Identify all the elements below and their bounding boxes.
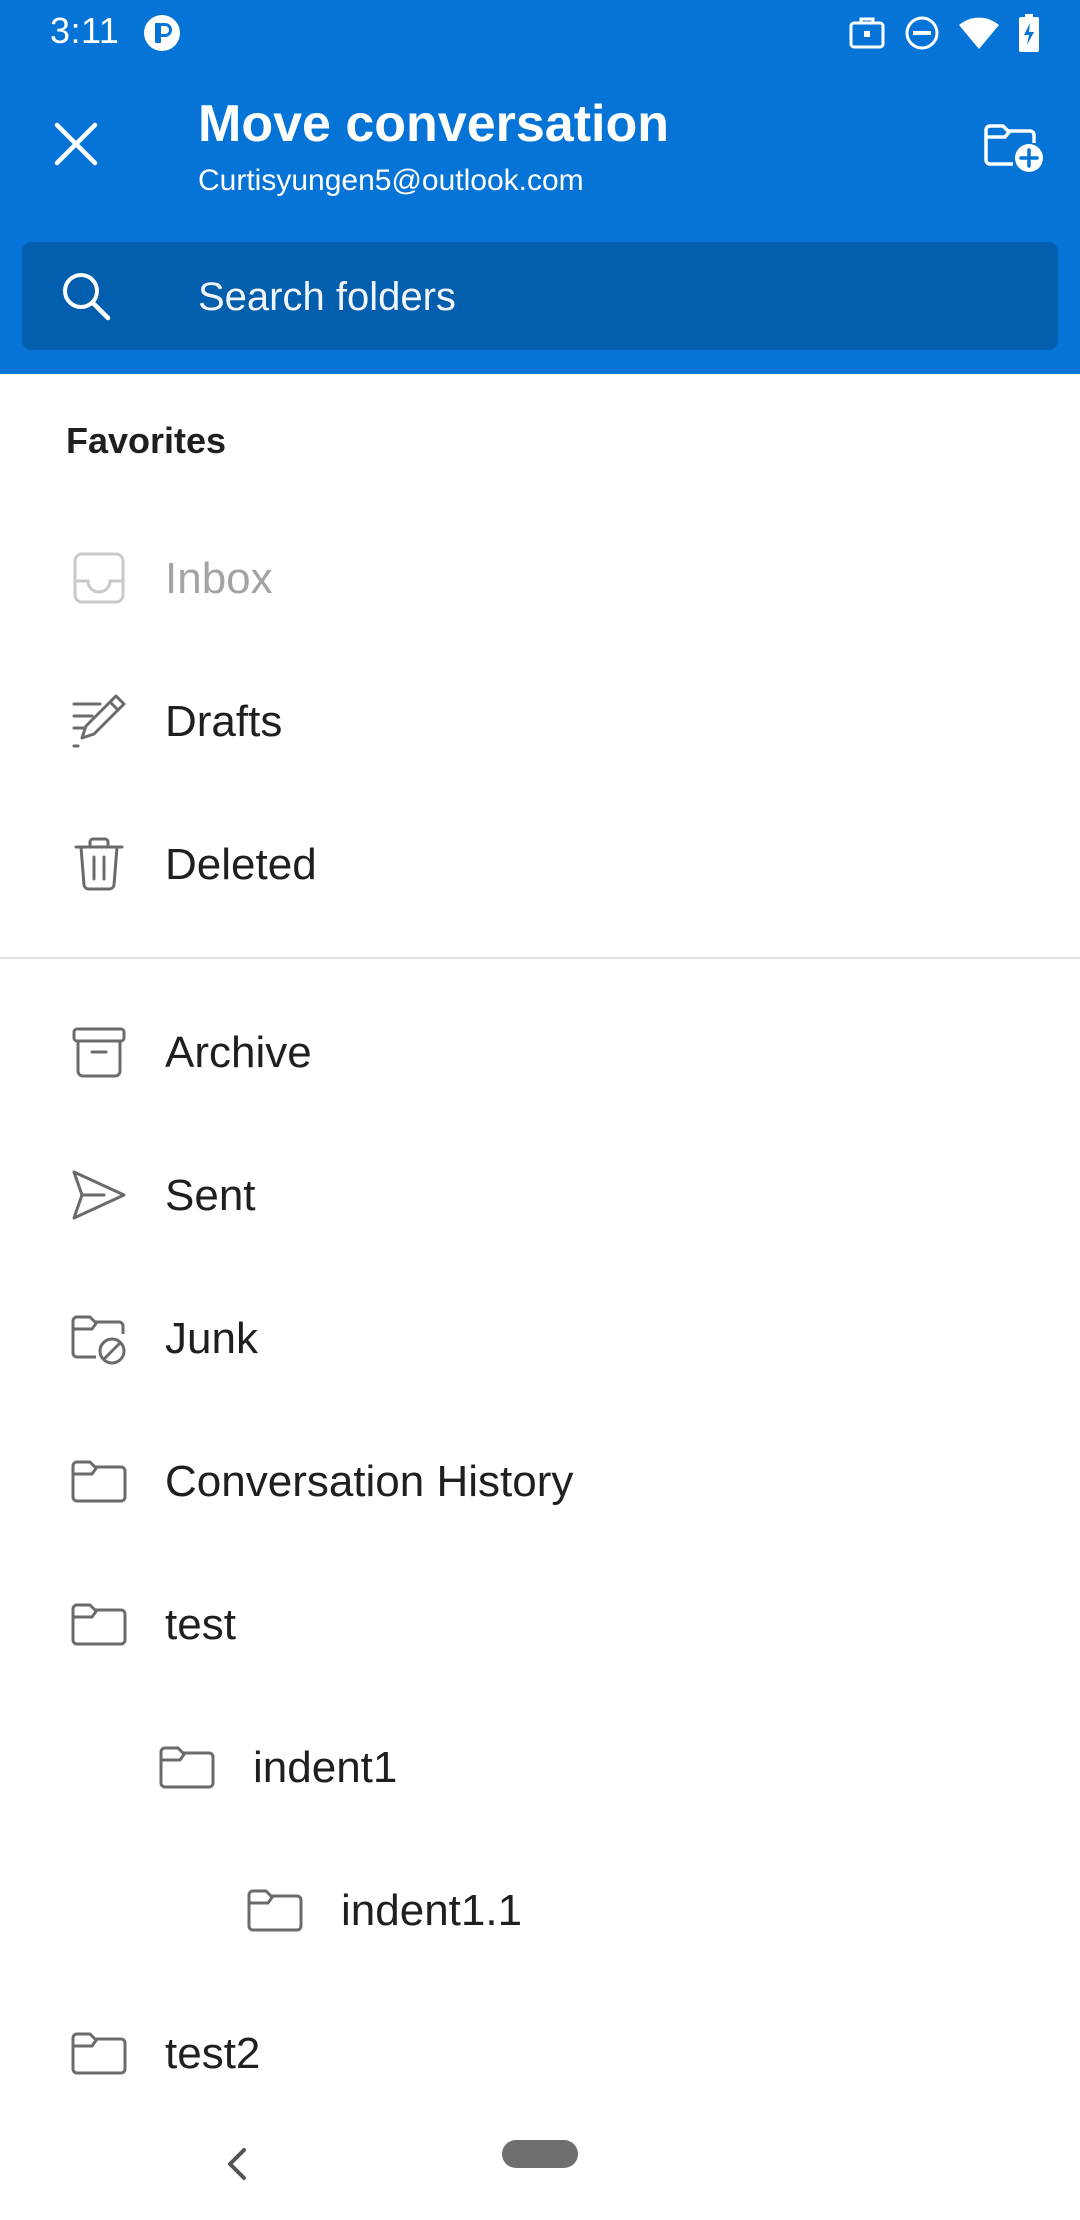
folder-item-archive[interactable]: Archive (0, 980, 1080, 1123)
folder-item-deleted[interactable]: Deleted (0, 792, 1080, 935)
folder-icon (247, 1889, 303, 1932)
folder-label: Inbox (165, 554, 273, 603)
send-icon (72, 1170, 126, 1220)
folder-add-icon (984, 124, 1043, 172)
status-icons (848, 12, 1040, 54)
status-time: 3:11 (50, 10, 120, 51)
folder-item-indent1-1[interactable]: indent1.1 (0, 1838, 1080, 1981)
folder-icon (71, 2032, 127, 2075)
folder-item-sent[interactable]: Sent (0, 1123, 1080, 1266)
app-header: 3:11 Move conversation Curtisyungen5@out… (0, 0, 1080, 374)
folder-icon (71, 1603, 127, 1646)
search-placeholder: Search folders (198, 275, 456, 319)
section-divider (0, 957, 1080, 959)
folder-icon (71, 1460, 127, 1503)
folder-label: Junk (165, 1314, 258, 1363)
folder-label: Conversation History (165, 1457, 574, 1506)
folder-item-conversation-history[interactable]: Conversation History (0, 1409, 1080, 1552)
drafts-pencil-icon (72, 694, 126, 748)
folder-label: indent1.1 (341, 1886, 523, 1935)
search-input[interactable]: Search folders (22, 242, 1058, 350)
favorites-heading: Favorites (66, 420, 227, 461)
folder-item-inbox: Inbox (0, 506, 1080, 649)
folder-label: Deleted (165, 840, 317, 889)
archive-icon (72, 1027, 126, 1078)
close-icon (54, 122, 98, 166)
folder-label: Drafts (165, 697, 283, 746)
junk-folder-icon (71, 1315, 126, 1365)
folder-label: test (165, 1600, 236, 1649)
work-profile-icon (849, 17, 885, 49)
folder-icon (159, 1746, 215, 1789)
search-icon (63, 273, 111, 321)
inbox-icon (73, 552, 125, 604)
folder-item-indent1[interactable]: indent1 (0, 1695, 1080, 1838)
folder-item-drafts[interactable]: Drafts (0, 649, 1080, 792)
new-folder-button[interactable] (972, 104, 1056, 188)
folder-item-test[interactable]: test (0, 1552, 1080, 1695)
folder-label: indent1 (253, 1743, 398, 1792)
do-not-disturb-icon (905, 16, 939, 50)
close-button[interactable] (34, 102, 118, 186)
page-title: Move conversation (198, 95, 670, 153)
home-pill[interactable] (502, 2140, 578, 2168)
wifi-icon (959, 17, 999, 49)
folder-label: Archive (165, 1028, 312, 1077)
battery-charging-icon (1019, 14, 1039, 52)
folder-label: test2 (165, 2029, 261, 2078)
folder-label: Sent (165, 1171, 256, 1220)
account-email: Curtisyungen5@outlook.com (198, 164, 584, 197)
folder-item-junk[interactable]: Junk (0, 1266, 1080, 1409)
back-chevron-icon[interactable] (216, 2142, 260, 2186)
status-bar: 3:11 (0, 0, 1080, 66)
trash-icon (74, 837, 124, 891)
app-notification-icon (144, 15, 180, 51)
